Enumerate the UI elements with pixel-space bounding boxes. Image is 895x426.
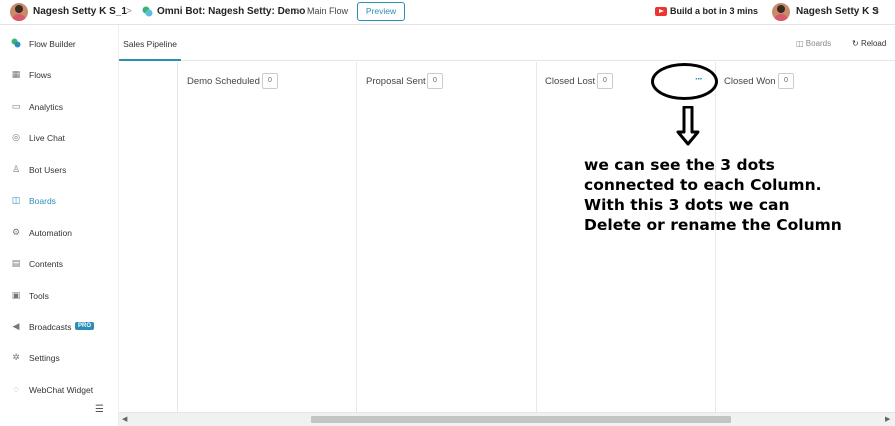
column-divider [177, 62, 178, 412]
sidebar-item-label: WebChat Widget [29, 385, 94, 395]
automation-icon: ⚙ [11, 227, 21, 237]
flow-name[interactable]: Main Flow [307, 6, 348, 16]
chevron-down-icon[interactable]: ▼ [873, 8, 880, 15]
sidebar: Flow Builder ▦ Flows ▭ Analytics ◎ Live … [0, 25, 119, 426]
user-icon: ♙ [11, 164, 21, 174]
sidebar-item-label: Analytics [29, 102, 64, 112]
sidebar-item-label: Live Chat [29, 133, 65, 143]
reload-button[interactable]: ↻ Reload [852, 39, 886, 48]
build-bot-link[interactable]: Build a bot in 3 mins [670, 6, 758, 16]
sidebar-item-label: Flows [29, 70, 52, 80]
gear-icon: ✲ [12, 352, 20, 362]
column-divider [536, 62, 537, 412]
column-count-badge: 0 [597, 73, 613, 89]
sidebar-item-flows[interactable]: ▦ Flows [0, 64, 119, 84]
annotation-ellipse [651, 63, 718, 100]
annotation-line: we can see the 3 dots [584, 156, 775, 174]
sidebar-item-label: Flow Builder [29, 39, 76, 49]
headset-icon: ◎ [12, 132, 20, 142]
sidebar-item-tools[interactable]: ▣ Tools [0, 285, 119, 305]
tab-sales-pipeline[interactable]: Sales Pipeline [119, 25, 181, 61]
omni-bot-icon [142, 6, 153, 17]
sidebar-item-settings[interactable]: ✲ Settings [0, 347, 119, 367]
sidebar-item-label: Automation [29, 228, 72, 238]
sidebar-item-label: Settings [29, 353, 60, 363]
sidebar-item-analytics[interactable]: ▭ Analytics [0, 96, 119, 116]
hamburger-menu-icon[interactable]: ☰ [95, 404, 104, 415]
bot-name[interactable]: Omni Bot: Nagesh Setty: Demo [157, 6, 305, 17]
sidebar-item-label: Contents [29, 259, 64, 269]
megaphone-icon: ◀ [12, 321, 20, 331]
sidebar-item-webchat-widget[interactable]: ◌ WebChat Widget [0, 379, 119, 399]
sidebar-item-label: Boards [29, 196, 56, 206]
account-name[interactable]: Nagesh Setty K S [796, 6, 879, 17]
column-divider [356, 62, 357, 412]
boards-icon: ◫ [796, 39, 806, 48]
user-avatar[interactable] [10, 3, 28, 21]
column-title-proposal-sent[interactable]: Proposal Sent [366, 76, 426, 87]
sidebar-item-bot-users[interactable]: ♙ Bot Users [0, 159, 119, 179]
sidebar-item-live-chat[interactable]: ◎ Live Chat [0, 127, 119, 147]
annotation-line: With this 3 dots we can [584, 196, 790, 214]
column-title-demo-scheduled[interactable]: Demo Scheduled [187, 76, 260, 87]
tools-icon: ▣ [11, 290, 21, 300]
analytics-icon: ▭ [11, 101, 21, 111]
column-divider [715, 62, 716, 412]
sidebar-item-label: Broadcasts [29, 322, 72, 332]
chat-icon: ◌ [13, 384, 19, 394]
scroll-right-icon[interactable]: ▶ [885, 415, 890, 423]
user-name[interactable]: Nagesh Setty K S_1 [33, 6, 127, 17]
youtube-icon[interactable] [655, 7, 667, 16]
pro-badge: PRO [75, 322, 95, 330]
sidebar-item-boards[interactable]: ◫ Boards [0, 190, 119, 210]
column-title-closed-lost[interactable]: Closed Lost [545, 76, 595, 87]
reload-label: Reload [860, 39, 887, 48]
column-count-badge: 0 [778, 73, 794, 89]
reload-icon: ↻ [852, 39, 861, 48]
horizontal-scrollbar[interactable]: ◀ ▶ [119, 412, 895, 426]
boards-button[interactable]: ◫ Boards [796, 39, 831, 48]
column-count-badge: 0 [262, 73, 278, 89]
scroll-left-icon[interactable]: ◀ [122, 415, 127, 423]
breadcrumb-separator-icon: > [295, 6, 301, 17]
sidebar-item-broadcasts[interactable]: ◀ Broadcasts PRO [0, 316, 119, 336]
sidebar-item-automation[interactable]: ⚙ Automation [0, 222, 119, 242]
board-subheader: Sales Pipeline ◫ Boards ↻ Reload [119, 25, 895, 61]
boards-icon: ◫ [11, 195, 21, 205]
account-avatar[interactable] [772, 3, 790, 21]
sidebar-item-label: Tools [29, 291, 49, 301]
grid-icon: ▦ [11, 69, 21, 79]
sidebar-item-contents[interactable]: ▤ Contents [0, 253, 119, 273]
column-title-closed-won[interactable]: Closed Won [724, 76, 776, 87]
breadcrumb-separator-icon: > [126, 6, 132, 17]
top-bar: Nagesh Setty K S_1 > Omni Bot: Nagesh Se… [0, 0, 895, 25]
contents-icon: ▤ [11, 258, 21, 268]
board-area: Demo Scheduled 0 Proposal Sent 0 Closed … [119, 62, 895, 412]
annotation-line: connected to each Column. [584, 176, 822, 194]
annotation-text: we can see the 3 dots connected to each … [584, 155, 884, 235]
flow-builder-icon [11, 38, 21, 48]
annotation-line: Delete or rename the Column [584, 216, 842, 234]
column-count-badge: 0 [427, 73, 443, 89]
preview-button[interactable]: Preview [357, 2, 405, 21]
sidebar-item-flow-builder[interactable]: Flow Builder [0, 33, 119, 53]
boards-label: Boards [805, 39, 832, 48]
annotation-down-arrow-icon [676, 106, 700, 146]
scrollbar-thumb[interactable] [311, 416, 731, 423]
sidebar-item-label: Bot Users [29, 165, 67, 175]
